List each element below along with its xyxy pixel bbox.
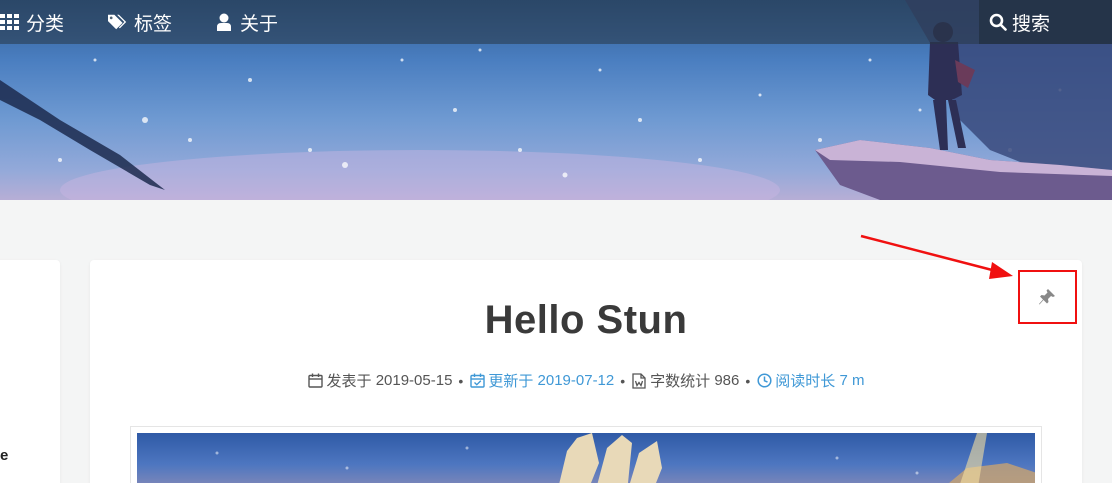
user-icon bbox=[214, 12, 234, 32]
top-navbar: 分类 标签 关于 搜索 bbox=[0, 0, 1112, 44]
search-icon bbox=[988, 12, 1008, 32]
meta-published: 发表于 2019-05-15 bbox=[308, 370, 453, 391]
meta-updated: 更新于 2019-07-12 bbox=[469, 370, 614, 391]
meta-readtime-label: 阅读时长 bbox=[775, 373, 836, 390]
search-button[interactable]: 搜索 bbox=[979, 0, 1112, 44]
post-cover-image[interactable] bbox=[130, 426, 1042, 483]
tags-icon bbox=[108, 12, 128, 32]
nav-item-label: 标签 bbox=[134, 13, 173, 35]
calendar-icon bbox=[308, 373, 324, 389]
post-meta: 发表于 2019-05-15 • 更新于 2019-07-12 • 字数统计 9… bbox=[90, 370, 1082, 391]
sidebar-card bbox=[0, 260, 60, 483]
meta-readtime: 阅读时长 7 m bbox=[756, 370, 864, 391]
cover-illustration bbox=[137, 433, 1035, 483]
meta-published-label: 发表于 bbox=[326, 373, 372, 390]
nav-item-label: 分类 bbox=[26, 13, 65, 35]
meta-updated-date: 2019-07-12 bbox=[537, 372, 615, 389]
clock-icon bbox=[756, 373, 772, 389]
meta-wordcount-label: 字数统计 bbox=[650, 373, 711, 390]
meta-wordcount-value: 986 bbox=[714, 372, 740, 389]
meta-readtime-value: 7 m bbox=[839, 372, 865, 389]
file-word-icon bbox=[631, 372, 647, 389]
nav-item-categories[interactable]: 分类 bbox=[0, 0, 64, 44]
calendar-check-icon bbox=[469, 373, 485, 389]
nav-item-about[interactable]: 关于 bbox=[214, 0, 278, 44]
meta-wordcount: 字数统计 986 bbox=[631, 370, 739, 391]
th-grid-icon bbox=[0, 12, 20, 32]
meta-separator: • bbox=[458, 372, 464, 389]
search-label: 搜索 bbox=[1012, 13, 1051, 35]
nav-item-tags[interactable]: 标签 bbox=[108, 0, 172, 44]
meta-separator: • bbox=[745, 372, 751, 389]
meta-separator: • bbox=[620, 372, 626, 389]
sidebar-text-fragment: e bbox=[0, 447, 9, 464]
meta-updated-label: 更新于 bbox=[488, 373, 534, 390]
post-title[interactable]: Hello Stun bbox=[0, 298, 1112, 343]
meta-published-date: 2019-05-15 bbox=[375, 372, 453, 389]
annotation-highlight-box bbox=[1018, 270, 1077, 324]
nav-item-label: 关于 bbox=[240, 13, 279, 35]
